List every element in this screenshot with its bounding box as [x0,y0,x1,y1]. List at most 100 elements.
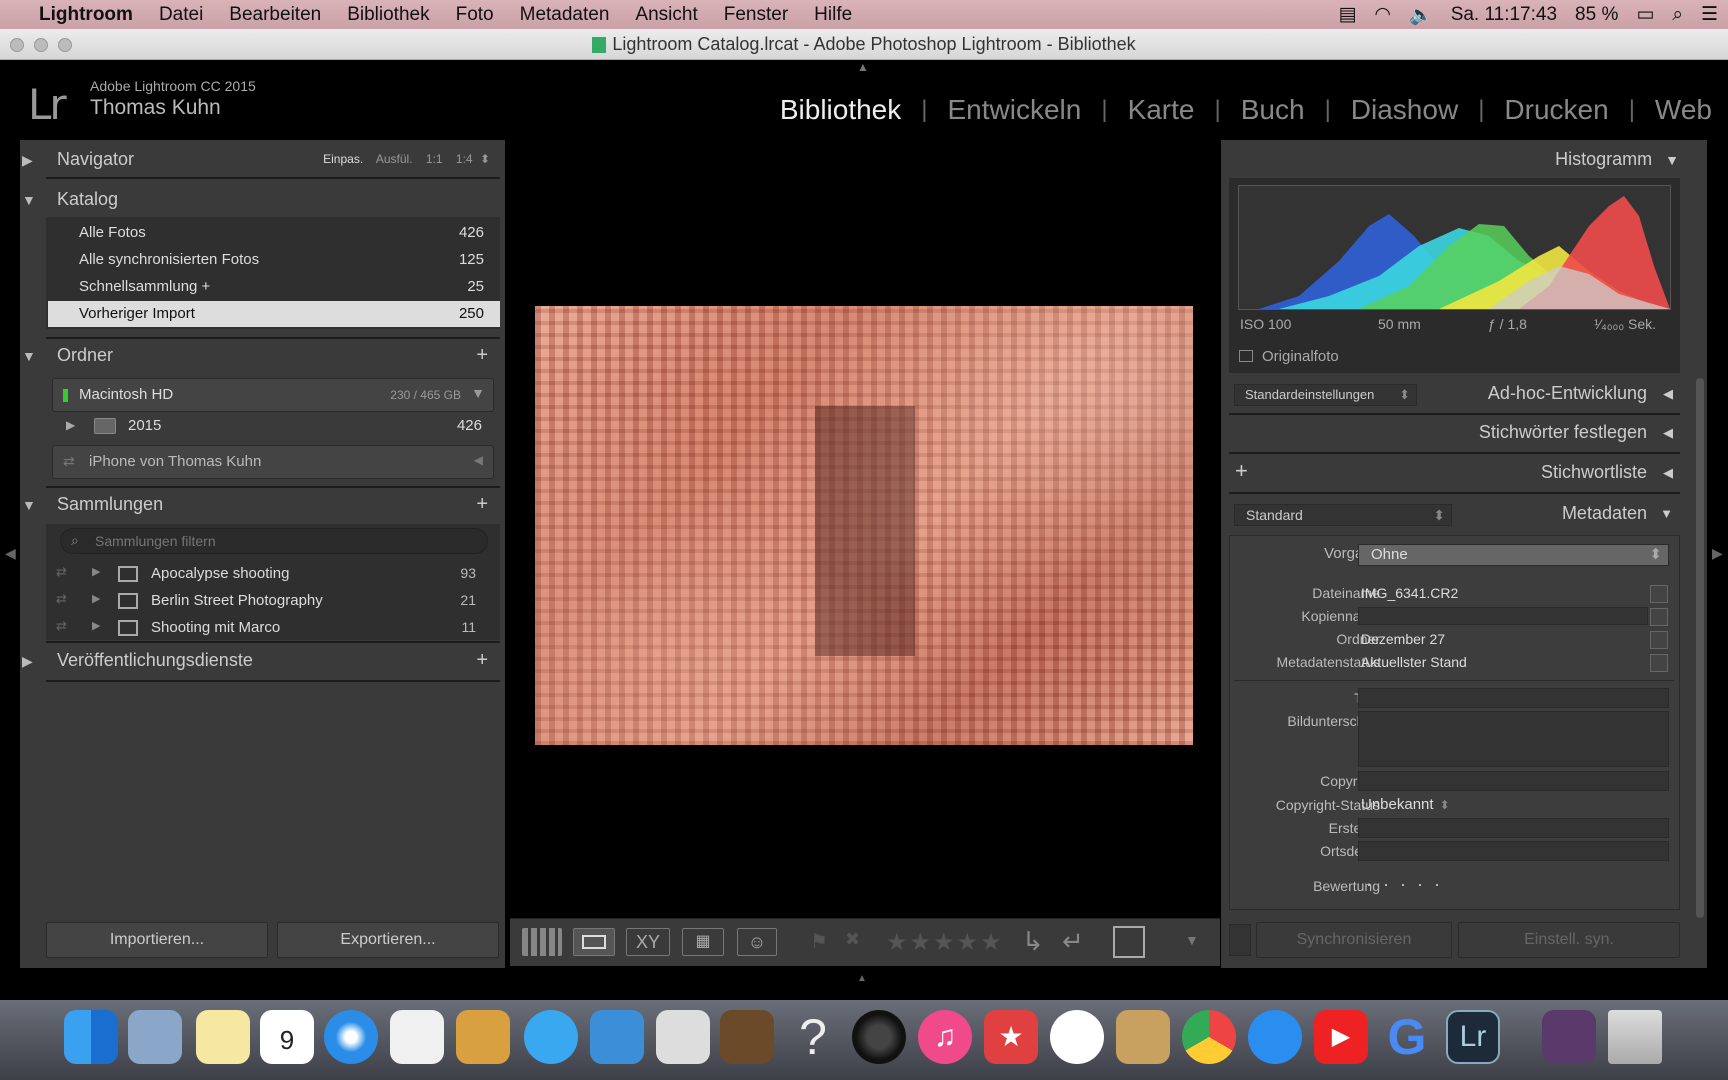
collection-row[interactable]: ⇄ ▶ Shooting mit Marco 11 [52,615,496,641]
dock-photo-booth-icon[interactable] [656,1010,710,1064]
katalog-item-synchronisierte-fotos[interactable]: Alle synchronisierten Fotos 125 [48,247,500,273]
field-ersteller-input[interactable] [1358,818,1669,838]
metadata-header[interactable]: Standard ⬍ Metadaten ▼ [1229,497,1679,533]
dock-notes-icon[interactable] [196,1010,250,1064]
field-copyright-input[interactable] [1358,771,1669,791]
battery-icon[interactable]: ▭ [1636,3,1654,26]
close-window-icon[interactable] [10,38,24,52]
expand-triangle-icon[interactable]: ▶ [92,619,100,632]
dock-preview-icon[interactable] [128,1010,182,1064]
katalog-item-schnellsammlung[interactable]: Schnellsammlung +25 [48,274,500,300]
veroeffentlichungsdienste-header[interactable]: ▶ Veröffentlichungsdienste + [22,642,500,678]
module-bibliothek[interactable]: Bibliothek [760,94,921,126]
field-action-icon[interactable] [1650,608,1668,626]
dock-calendar-icon[interactable]: 9 [260,1010,314,1064]
dock-safari-icon[interactable] [324,1010,378,1064]
dock-chrome-icon[interactable] [1182,1010,1236,1064]
vorgabe-select[interactable]: Ohne ⬍ [1358,544,1669,566]
compare-view-icon[interactable]: XY [626,928,670,956]
grid-view-icon[interactable] [522,928,562,956]
dock-trash-icon[interactable] [1608,1010,1662,1064]
dock-help-icon[interactable]: ? [786,1010,840,1064]
dock-textedit-icon[interactable] [390,1010,444,1064]
original-photo-checkbox[interactable] [1239,350,1253,362]
dock-downloads-stack-icon[interactable] [1542,1010,1596,1064]
sync-settings-button[interactable]: Einstell. syn. [1458,922,1680,958]
zoom-stepper-icon[interactable]: ⬍ [480,152,490,166]
rotate-left-icon[interactable]: ↳ [1022,926,1044,957]
flag-reject-icon[interactable]: ✖ [845,929,860,950]
copyright-status-select[interactable]: Unbekannt ⬍ [1361,796,1471,813]
sync-switch[interactable] [1229,924,1251,956]
field-ortsdetail-input[interactable] [1358,841,1669,861]
field-metadatenstatus-value[interactable]: Aktuellster Stand [1361,654,1651,670]
expand-triangle-icon[interactable]: ▶ [92,565,100,578]
volume-macintosh-hd[interactable]: Macintosh HD 230 / 465 GB ▼ [52,378,494,412]
dock-itunes-icon[interactable]: ♫ [918,1010,972,1064]
add-keyword-icon[interactable]: + [1235,458,1248,484]
menu-hilfe[interactable]: Hilfe [801,4,865,26]
dock-wunderlist-icon[interactable]: ★ [984,1010,1038,1064]
menu-ansicht[interactable]: Ansicht [622,4,710,26]
right-panel-scrollbar[interactable] [1696,378,1704,918]
add-publish-service-icon[interactable]: + [476,642,488,678]
module-buch[interactable]: Buch [1221,94,1325,126]
crop-overlay-icon[interactable] [1113,926,1145,958]
dock-garageband-icon[interactable] [720,1010,774,1064]
module-diashow[interactable]: Diashow [1331,94,1478,126]
module-drucken[interactable]: Drucken [1484,94,1628,126]
rating-dots[interactable]: · · · · · [1366,874,1443,895]
dock-iphoto-icon[interactable] [456,1010,510,1064]
clock[interactable]: Sa. 11:17:43 [1451,4,1557,26]
import-button[interactable]: Importieren... [46,922,268,958]
photo-preview[interactable] [535,306,1193,745]
app-menu[interactable]: Lightroom [26,4,146,26]
dock-keynote-icon[interactable] [590,1010,644,1064]
katalog-header[interactable]: ▼ Katalog [22,181,500,217]
zoom-1-1[interactable]: 1:1 [426,152,443,166]
field-bildunterschrift-input[interactable] [1358,711,1669,767]
people-view-icon[interactable]: ☺ [737,928,777,956]
dock-camera-icon[interactable] [852,1010,906,1064]
export-button[interactable]: Exportieren... [277,922,499,958]
field-action-icon[interactable] [1650,654,1668,672]
field-ordner-value[interactable]: Dezember 27 [1361,631,1651,647]
expand-triangle-icon[interactable]: ▶ [92,592,100,605]
rating-stars[interactable]: ★★★★★ [886,928,1004,957]
dock-messenger-icon[interactable] [1248,1010,1302,1064]
flag-pick-icon[interactable]: ⚑ [810,929,828,954]
katalog-item-vorheriger-import[interactable]: Vorheriger Import 250 [48,301,500,327]
field-action-icon[interactable] [1650,631,1668,649]
quick-develop-preset-select[interactable]: Standardeinstellungen ⬍ [1234,384,1417,406]
collection-filter-input[interactable] [93,531,473,551]
quick-develop-header[interactable]: Standardeinstellungen ⬍ Ad-hoc-Entwicklun… [1229,377,1679,413]
zoom-fit[interactable]: Einpas. [323,152,363,166]
zoom-fill[interactable]: Ausfül. [376,152,413,166]
volume-icon[interactable]: 🔈 [1409,3,1433,27]
add-folder-icon[interactable]: + [476,337,488,373]
dropbox-status-icon[interactable]: ▤ [1338,3,1356,26]
menu-bibliothek[interactable]: Bibliothek [334,4,442,26]
rotate-right-icon[interactable]: ↵ [1062,926,1084,957]
zoom-1-4[interactable]: 1:4 [456,152,473,166]
minimize-window-icon[interactable] [34,38,48,52]
zoom-window-icon[interactable] [58,38,72,52]
collection-filter-field[interactable]: ⌕ [60,528,488,554]
navigator-header[interactable]: ▶ Navigator Einpas. Ausfül. 1:1 1:4 ⬍ [22,141,500,177]
collection-row[interactable]: ⇄ ▶ Berlin Street Photography 21 [52,588,496,614]
filmstrip-toggle-icon[interactable]: ▲ [857,973,867,984]
menu-datei[interactable]: Datei [146,4,216,26]
survey-view-icon[interactable]: ▦ [682,928,724,956]
field-action-icon[interactable] [1650,585,1668,603]
field-titel-input[interactable] [1358,688,1669,708]
device-iphone[interactable]: ⇄ iPhone von Thomas Kuhn ◀ [52,445,494,479]
keyword-list-header[interactable]: + Stichwortliste ◀ [1229,456,1679,492]
spotlight-search-icon[interactable]: ⌕ [1672,4,1683,26]
module-web[interactable]: Web [1635,94,1712,126]
notification-center-icon[interactable]: ☰ [1701,3,1718,26]
collection-row[interactable]: ⇄ ▶ Apocalypse shooting 93 [52,561,496,587]
dock-lightroom-icon[interactable]: Lr [1446,1010,1500,1064]
collapse-arrow-icon[interactable]: ◀ [474,453,483,467]
dock-youtube-icon[interactable]: ▶ [1314,1010,1368,1064]
dock-messages-icon[interactable] [524,1010,578,1064]
